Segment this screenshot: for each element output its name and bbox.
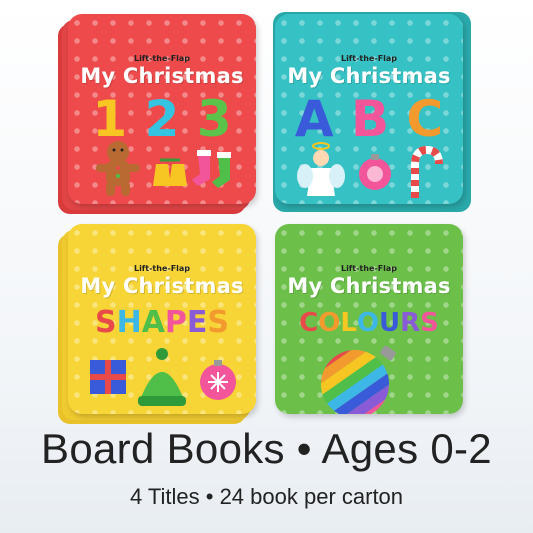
book-cover-abc: Lift-the-Flap My Christmas A B C	[275, 14, 463, 204]
book-123: Lift-the-Flap My Christmas 1 2 3	[58, 14, 256, 214]
angel-icon	[297, 142, 345, 196]
caption-main: Board Books • Ages 0-2	[41, 425, 492, 472]
snowflake-ornament-icon	[200, 360, 236, 400]
rainbow-ornament-icon	[321, 350, 389, 414]
book-grid: Lift-the-Flap My Christmas 1 2 3 Lift-th…	[58, 12, 471, 424]
book-title: My Christmas	[80, 274, 244, 298]
bells-icon	[153, 155, 187, 186]
book-title: My Christmas	[287, 64, 451, 88]
caption-sub: 4 Titles • 24 book per carton	[129, 484, 404, 509]
christmas-items-art	[297, 142, 443, 198]
gingerbread-icon	[96, 141, 140, 196]
book-title: My Christmas	[287, 274, 451, 298]
book-title: My Christmas	[80, 64, 244, 88]
christmas-items-art	[321, 345, 396, 414]
christmas-items-art	[96, 141, 231, 196]
ornament-cap-icon	[380, 345, 396, 361]
big-colours-word: COLOURS	[299, 308, 439, 338]
book-cover-shapes: Lift-the-Flap My Christmas SHAPES	[68, 224, 256, 414]
hat-icon	[138, 348, 186, 406]
lift-the-flap-label: Lift-the-Flap	[133, 54, 191, 63]
stockings-icon	[192, 150, 231, 188]
lift-the-flap-label: Lift-the-Flap	[340, 54, 398, 63]
book-cover-123: Lift-the-Flap My Christmas 1 2 3	[68, 14, 256, 204]
book-cover-colours: Lift-the-Flap My Christmas COLOURS	[275, 224, 463, 414]
lift-the-flap-label: Lift-the-Flap	[340, 264, 398, 273]
christmas-items-art	[90, 348, 236, 406]
book-abc: Lift-the-Flap My Christmas A B C	[273, 12, 471, 212]
present-icon	[90, 360, 126, 394]
book-colours: Lift-the-Flap My Christmas COLOURS	[275, 224, 463, 414]
lift-the-flap-label: Lift-the-Flap	[133, 264, 191, 273]
candy-cane-icon	[411, 145, 443, 198]
book-shapes: Lift-the-Flap My Christmas SHAPES	[58, 224, 256, 424]
ornament-icon	[359, 154, 391, 190]
